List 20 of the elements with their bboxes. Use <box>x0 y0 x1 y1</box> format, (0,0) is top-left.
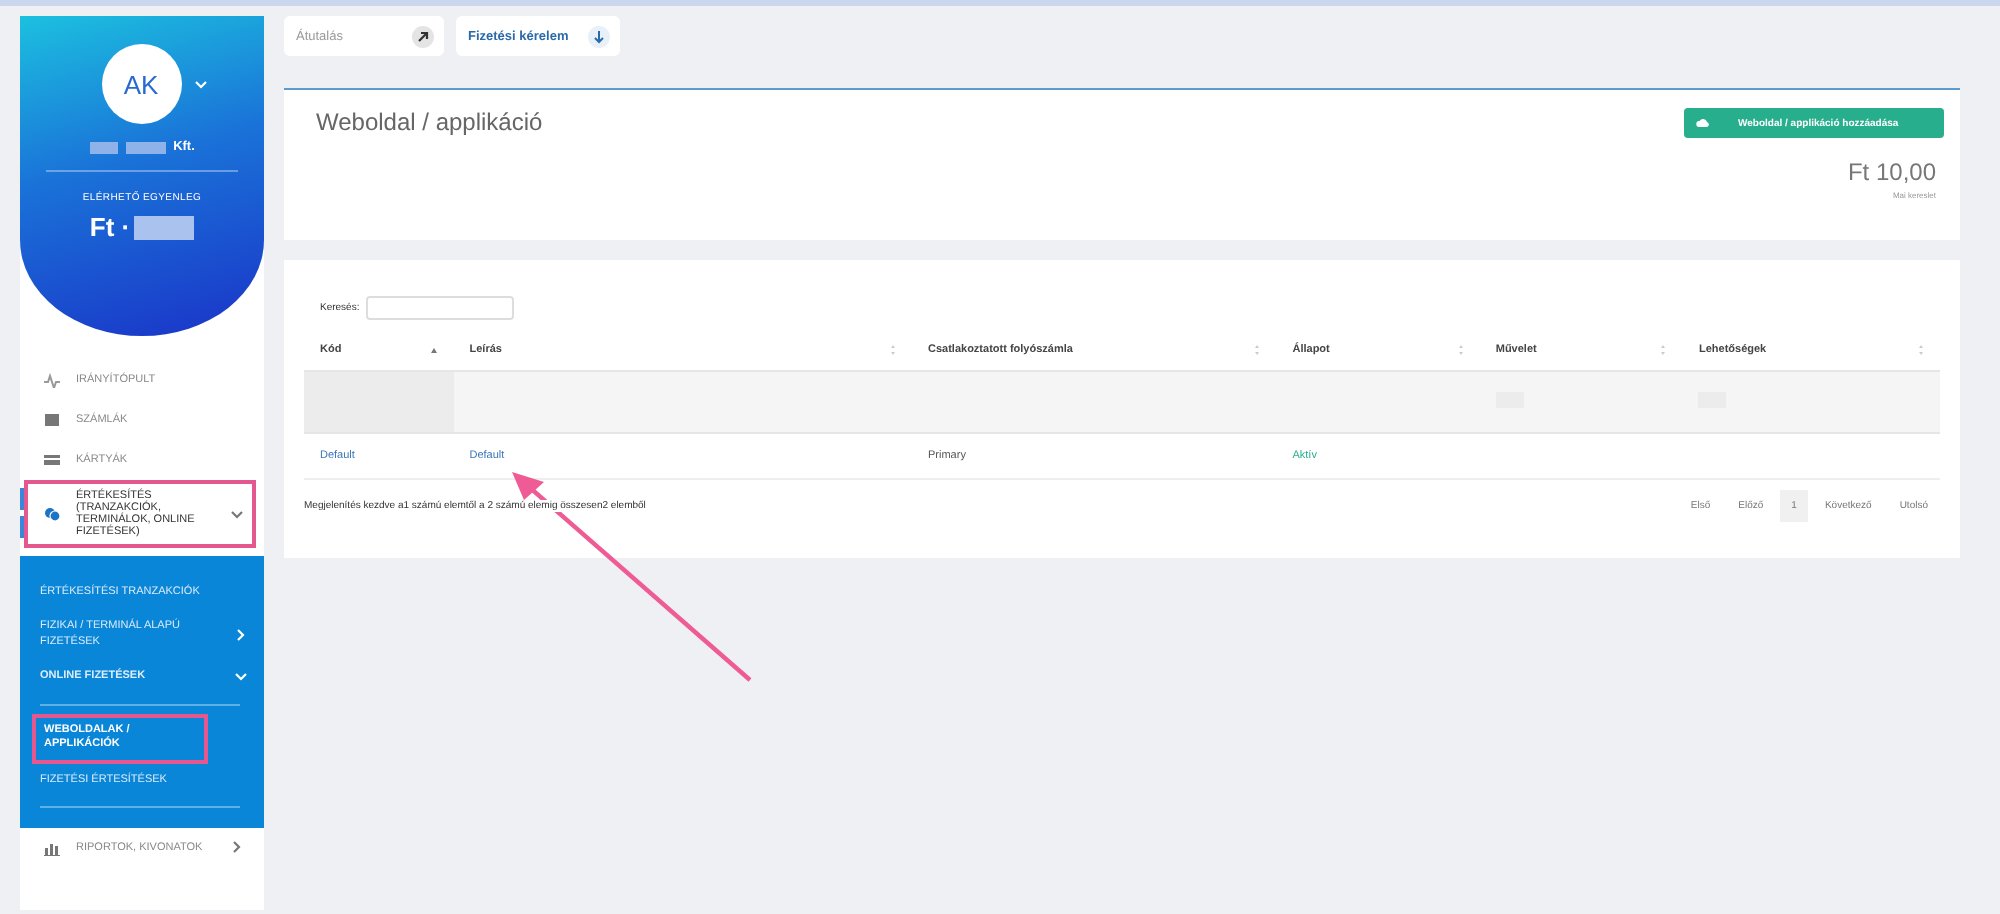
bar-chart-icon <box>44 839 60 856</box>
arrow-down-icon <box>588 25 610 47</box>
balance-currency: Ft · <box>89 212 131 242</box>
active-indicator <box>20 488 24 540</box>
card-icon <box>44 452 60 468</box>
chevron-down-icon[interactable] <box>234 670 248 685</box>
pulse-icon <box>44 372 60 388</box>
amount: Ft 10,00 <box>1847 158 1936 186</box>
chevron-down-icon[interactable] <box>230 507 244 521</box>
search-field[interactable] <box>365 296 514 320</box>
wallet-icon <box>44 412 60 428</box>
coins-icon <box>44 506 60 522</box>
blurred-name <box>89 141 118 153</box>
cloud-icon <box>1696 118 1710 128</box>
chevron-right-icon[interactable] <box>230 840 244 855</box>
avatar[interactable]: AK <box>101 44 181 124</box>
page-title: Weboldal / applikáció <box>316 108 543 140</box>
blurred-name <box>125 141 166 153</box>
arrow-up-right-icon <box>412 25 434 47</box>
blurred-balance <box>134 215 195 239</box>
